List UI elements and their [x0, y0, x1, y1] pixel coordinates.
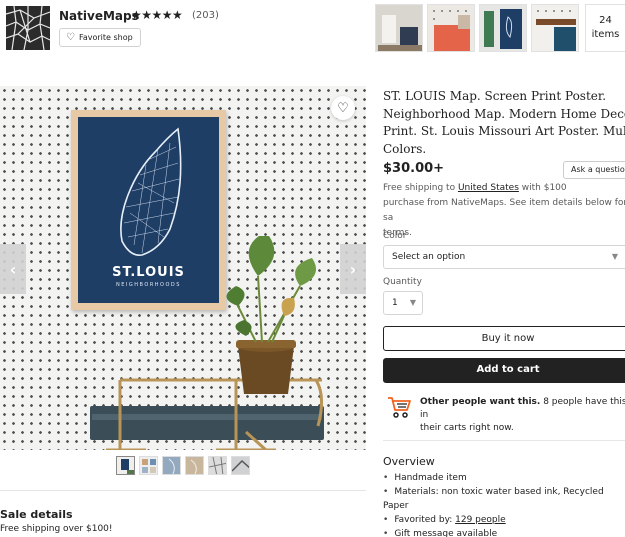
buy-now-button[interactable]: Buy it now — [383, 326, 625, 351]
demand-notice: Other people want this. 8 people have th… — [420, 396, 625, 435]
list-item: Favorited by: 129 people — [383, 513, 625, 527]
previous-image-button[interactable]: ‹ — [0, 244, 26, 294]
review-count[interactable]: (203) — [192, 10, 219, 21]
listing-title-line: Print. St. Louis Missouri Art Poster. Mu… — [383, 124, 625, 138]
color-select-value: Select an option — [392, 252, 466, 262]
shipping-text: purchase from NativeMaps. See item detai… — [383, 198, 625, 223]
quantity-value: 1 — [392, 298, 398, 308]
next-image-button[interactable]: › — [340, 244, 366, 294]
favorited-label: Favorited by: — [394, 515, 456, 525]
shipping-country-link[interactable]: United States — [458, 183, 519, 193]
shop-logo[interactable] — [6, 6, 50, 50]
quantity-label: Quantity — [383, 277, 422, 287]
image-thumbnails — [116, 456, 250, 475]
color-select[interactable]: Select an option ▼ — [383, 245, 625, 269]
shop-item-thumbnail[interactable] — [531, 4, 579, 52]
chevron-down-icon: ▼ — [611, 252, 618, 261]
demand-bold: Other people want this. — [420, 397, 541, 407]
shopping-cart-icon — [386, 394, 412, 420]
heart-icon: ♡ — [337, 100, 349, 116]
quantity-select[interactable]: 1 ▼ — [383, 291, 423, 315]
image-thumbnail[interactable] — [139, 456, 158, 475]
price: $30.00+ — [383, 161, 445, 176]
list-item: Gift message available — [383, 527, 625, 537]
ask-question-button[interactable]: Ask a question — [563, 161, 625, 179]
shop-item-thumbnail[interactable] — [427, 4, 475, 52]
shop-item-thumbnail[interactable] — [375, 4, 423, 52]
overview-list: Handmade item Materials: non toxic water… — [383, 471, 625, 537]
favorite-shop-label: Favorite shop — [78, 33, 133, 42]
listing-title-line: Colors. — [383, 141, 427, 156]
favorite-shop-button[interactable]: ♡ Favorite shop — [59, 28, 141, 47]
chevron-left-icon: ‹ — [9, 259, 17, 279]
listing-title-line: Neighborhood Map. Modern Home Decor — [383, 106, 625, 121]
shop-name[interactable]: NativeMaps — [59, 9, 139, 23]
add-to-cart-button[interactable]: Add to cart — [383, 358, 625, 383]
demand-text: their carts right now. — [420, 423, 514, 433]
main-product-image[interactable]: ST.LOUIS NEIGHBORHOODS ♡ ‹ › — [0, 86, 366, 450]
shipping-text: with $100 — [518, 183, 567, 193]
listing-title-line: ST. LOUIS Map. Screen Print Poster. — [383, 89, 607, 103]
list-item: Handmade item — [383, 471, 625, 485]
favorite-item-button[interactable]: ♡ — [331, 96, 355, 120]
chevron-down-icon: ▼ — [409, 298, 416, 307]
image-thumbnail[interactable] — [162, 456, 181, 475]
rating-stars: ★★★★★ — [131, 8, 183, 22]
shipping-text: Free shipping to — [383, 183, 458, 193]
chevron-right-icon: › — [349, 259, 357, 279]
shipping-info: Free shipping to United States with $100… — [383, 181, 625, 241]
favorited-link[interactable]: 129 people — [455, 515, 506, 525]
items-number: 24 — [599, 15, 612, 26]
image-thumbnail[interactable] — [208, 456, 227, 475]
items-label: items — [591, 29, 620, 40]
divider — [383, 440, 625, 441]
listing-title: ST. LOUIS Map. Screen Print Poster. Neig… — [383, 88, 625, 158]
shipping-text: terms. — [383, 228, 412, 238]
image-thumbnail[interactable] — [231, 456, 250, 475]
shop-items-strip — [375, 4, 579, 52]
sale-details-title: Sale details — [0, 508, 73, 521]
shop-item-thumbnail[interactable] — [479, 4, 527, 52]
list-item: Materials: non toxic water based ink, Re… — [383, 485, 625, 513]
heart-icon: ♡ — [66, 32, 75, 43]
divider — [0, 490, 366, 491]
sale-details-text: Free shipping over $100! — [0, 524, 113, 534]
image-thumbnail[interactable] — [116, 456, 135, 475]
plant-and-stand — [90, 236, 324, 450]
image-thumbnail[interactable] — [185, 456, 204, 475]
overview-title: Overview — [383, 455, 435, 468]
shop-items-count[interactable]: 24 items — [585, 4, 625, 52]
color-label: Color — [383, 231, 407, 241]
